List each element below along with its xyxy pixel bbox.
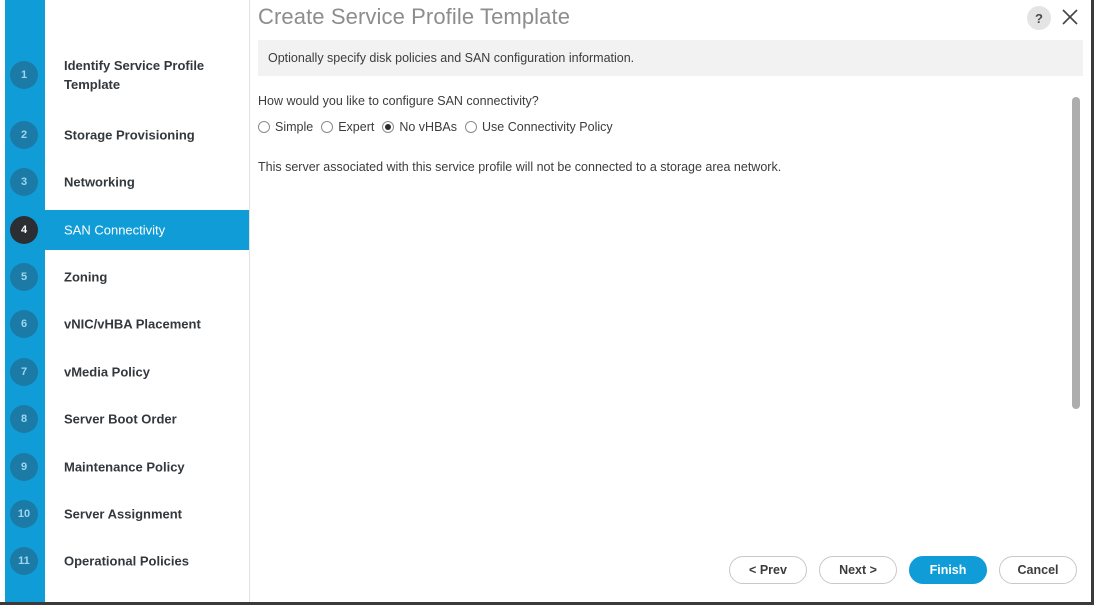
sidebar-step-10[interactable]: 10 Server Assignment (0, 494, 249, 534)
title-bar: Create Service Profile Template ? (250, 0, 1091, 38)
sidebar-step-number-badge: 6 (10, 310, 38, 338)
finish-button[interactable]: Finish (909, 556, 987, 584)
sidebar-step-label: Server Assignment (64, 506, 183, 522)
sidebar-step-number-badge: 11 (10, 547, 38, 575)
sidebar-step-label: vMedia Policy (64, 364, 150, 380)
sidebar-step-label: Zoning (64, 269, 108, 285)
sidebar-step-label: SAN Connectivity (64, 222, 166, 238)
radio-button-icon[interactable] (258, 121, 270, 133)
radio-option-simple[interactable]: Simple (258, 120, 313, 134)
sidebar-step-number-badge: 10 (10, 500, 38, 528)
radio-button-icon[interactable] (465, 121, 478, 133)
sidebar-step-7[interactable]: 7 vMedia Policy (0, 352, 249, 392)
sidebar-step-number-badge: 3 (10, 168, 38, 196)
content-area: How would you like to configure SAN conn… (258, 88, 1091, 542)
sidebar-step-label: Server Boot Order (64, 411, 177, 427)
main-panel: Create Service Profile Template ? Option… (250, 0, 1091, 602)
sidebar-step-number-badge: 4 (10, 216, 38, 244)
radio-option-use-connectivity-policy[interactable]: Use Connectivity Policy (465, 120, 613, 134)
sidebar-step-5[interactable]: 5 Zoning (0, 257, 249, 297)
radio-option-label: Expert (338, 120, 375, 134)
sidebar-step-label: Networking (64, 174, 135, 190)
san-connectivity-description: This server associated with this service… (258, 160, 782, 174)
sidebar-step-1[interactable]: 1 Identify Service Profile Template (0, 55, 249, 95)
radio-option-label: Use Connectivity Policy (482, 120, 613, 134)
subtitle-text: Optionally specify disk policies and SAN… (268, 51, 635, 65)
sidebar-step-9[interactable]: 9 Maintenance Policy (0, 447, 249, 487)
sidebar-step-number-badge: 8 (10, 405, 38, 433)
sidebar-step-number-badge: 1 (10, 61, 38, 89)
scrollbar-thumb[interactable] (1072, 97, 1080, 409)
radio-option-expert[interactable]: Expert (321, 120, 374, 134)
sidebar-step-2[interactable]: 2 Storage Provisioning (0, 115, 249, 155)
san-connectivity-radio-group[interactable]: Simple Expert No vHBAs Use Connectivity Pol… (258, 120, 1091, 134)
sidebar-step-number-badge: 2 (10, 121, 38, 149)
cancel-button[interactable]: Cancel (999, 556, 1077, 584)
radio-button-icon[interactable] (382, 121, 395, 133)
subtitle-bar: Optionally specify disk policies and SAN… (258, 40, 1083, 76)
sidebar-step-label: Storage Provisioning (64, 127, 195, 143)
radio-option-label: No vHBAs (399, 120, 458, 134)
sidebar-step-number-badge: 5 (10, 263, 38, 291)
next-button[interactable]: Next > (819, 556, 897, 584)
wizard-step-list: 1 Identify Service Profile Template 2 Stora… (0, 0, 249, 602)
radio-option-label: Simple (275, 120, 314, 134)
sidebar-step-3[interactable]: 3 Networking (0, 162, 249, 202)
content-scrollbar[interactable] (1072, 88, 1080, 417)
sidebar-step-label: Identify Service Profile Template (64, 58, 205, 92)
radio-button-icon[interactable] (321, 121, 334, 133)
sidebar-step-label: Operational Policies (64, 553, 189, 569)
page-title: Create Service Profile Template (258, 4, 571, 29)
sidebar-step-11[interactable]: 11 Operational Policies (0, 541, 249, 581)
sidebar-step-8[interactable]: 8 Server Boot Order (0, 399, 249, 439)
sidebar-step-4[interactable]: 4 SAN Connectivity (0, 210, 249, 250)
san-connectivity-question: How would you like to configure SAN conn… (258, 94, 539, 108)
radio-option-no-vhbas[interactable]: No vHBAs (382, 120, 457, 134)
sidebar-step-label: vNIC/vHBA Placement (64, 316, 201, 332)
sidebar-step-label: Maintenance Policy (64, 459, 185, 475)
sidebar-step-6[interactable]: 6 vNIC/vHBA Placement (0, 304, 249, 344)
help-icon[interactable]: ? (1027, 6, 1051, 30)
footer-button-bar: < Prev Next > Finish Cancel (729, 556, 1077, 584)
prev-button[interactable]: < Prev (729, 556, 807, 584)
wizard-sidebar: 1 Identify Service Profile Template 2 Stora… (0, 0, 250, 602)
close-icon[interactable] (1057, 4, 1083, 30)
sidebar-step-number-badge: 7 (10, 358, 38, 386)
create-service-profile-template-dialog: 1 Identify Service Profile Template 2 Stora… (0, 0, 1094, 605)
sidebar-step-number-badge: 9 (10, 453, 38, 481)
